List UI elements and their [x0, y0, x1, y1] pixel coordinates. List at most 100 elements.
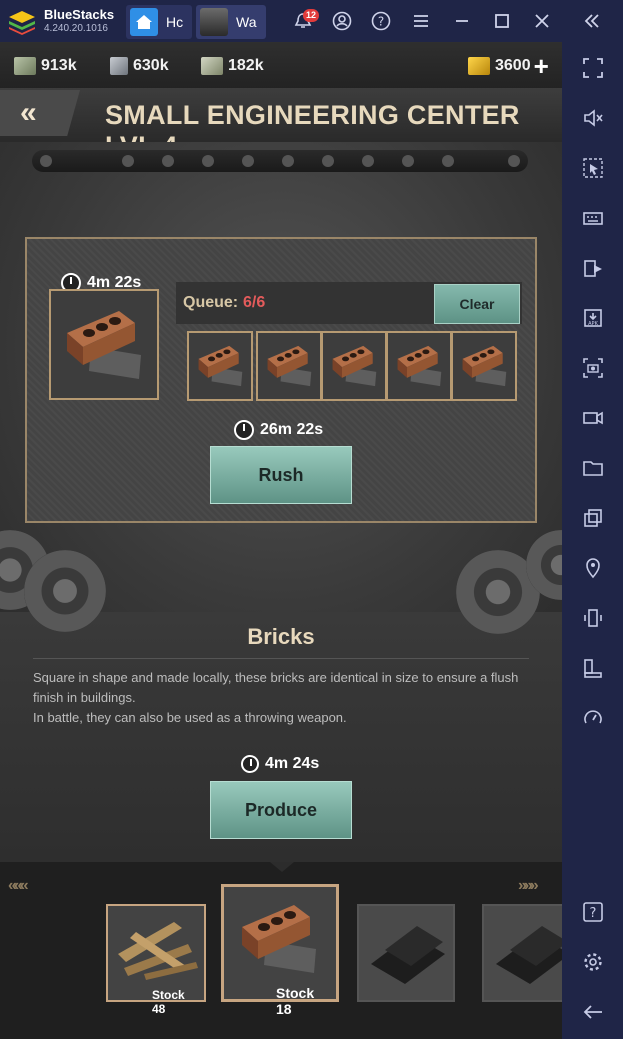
queue-slot[interactable]	[187, 331, 253, 401]
app-version: 4.240.20.1016	[44, 23, 108, 34]
tab-game-label: Wa	[236, 14, 257, 30]
item-description-line: In battle, they can also be used as a th…	[33, 710, 347, 725]
total-timer-value: 26m 22s	[260, 421, 324, 438]
screenshot-icon[interactable]	[580, 355, 606, 381]
maximize-icon[interactable]	[491, 10, 513, 32]
gauge-icon[interactable]	[580, 705, 606, 731]
item-description: Square in shape and made locally, these …	[33, 668, 533, 728]
tab-home-label: Hc	[166, 14, 184, 30]
clock-icon	[241, 755, 259, 773]
stock-label-text: Stock	[276, 985, 315, 1001]
cash-icon	[14, 57, 36, 75]
queue-count: 6/6	[243, 294, 266, 311]
scroll-right-icon[interactable]: »»»	[518, 877, 539, 895]
rivet	[282, 155, 294, 167]
total-timer: 26m 22s	[234, 420, 323, 440]
item-description-line: Square in shape and made locally, these …	[33, 670, 519, 705]
rivet	[322, 155, 334, 167]
close-icon[interactable]	[531, 10, 553, 32]
game-viewport: 913k 630k 182k 3600 + « SMALL ENGINEERIN…	[0, 42, 562, 1039]
location-icon[interactable]	[580, 555, 606, 581]
inventory-item-sheets-2[interactable]	[482, 904, 562, 1002]
resource-steel-value: 630k	[133, 57, 169, 74]
rivet	[122, 155, 134, 167]
rivet	[442, 155, 454, 167]
queue-slot[interactable]	[386, 331, 452, 401]
right-sidebar: APK ?	[562, 42, 623, 1039]
help-icon[interactable]: ?	[370, 10, 392, 32]
brick-icon	[242, 905, 316, 973]
rush-button[interactable]: Rush	[210, 446, 352, 504]
resource-bar: 913k 630k 182k 3600 +	[0, 42, 562, 88]
fullscreen-icon[interactable]	[580, 55, 606, 81]
multi-instance-icon[interactable]	[580, 505, 606, 531]
inventory-item-bricks[interactable]: Stock 18	[221, 884, 339, 1017]
shake-icon[interactable]	[580, 605, 606, 631]
selected-indicator-icon	[270, 862, 294, 872]
resource-cash-value: 913k	[41, 57, 77, 74]
queue-slot[interactable]	[321, 331, 387, 401]
home-icon	[130, 8, 158, 36]
brick-icon	[67, 311, 141, 379]
collapse-sidebar-icon[interactable]	[581, 10, 603, 32]
settings-icon[interactable]	[580, 949, 606, 975]
inventory-item-sheets[interactable]	[357, 904, 455, 1002]
rivet	[242, 155, 254, 167]
svg-text:APK: APK	[588, 321, 598, 327]
svg-text:?: ?	[590, 906, 597, 921]
brick-icon	[332, 345, 377, 387]
stock-label: Stock 18	[276, 985, 336, 1017]
clear-button[interactable]: Clear	[434, 284, 520, 324]
brick-icon	[462, 345, 507, 387]
account-icon[interactable]	[331, 10, 353, 32]
resource-money: 182k	[201, 57, 264, 75]
resource-steel: 630k	[110, 57, 169, 75]
stock-count: 48	[152, 1002, 166, 1016]
stock-label: Stock 48	[152, 988, 204, 1016]
rotate-icon[interactable]	[580, 655, 606, 681]
apk-install-icon[interactable]: APK	[580, 305, 606, 331]
item-title: Bricks	[247, 624, 315, 649]
stock-label-text: Stock	[152, 988, 185, 1002]
app-name: BlueStacks	[44, 7, 115, 22]
planks-icon	[118, 922, 198, 980]
brick-icon	[397, 345, 442, 387]
minimize-icon[interactable]	[451, 10, 473, 32]
queue-slot[interactable]	[451, 331, 517, 401]
rivet	[202, 155, 214, 167]
sheets-icon	[371, 926, 445, 984]
mute-icon[interactable]	[580, 105, 606, 131]
rivet	[508, 155, 520, 167]
keyboard-icon[interactable]	[580, 205, 606, 231]
money-icon	[201, 57, 223, 75]
screen-share-icon[interactable]	[580, 255, 606, 281]
gold-icon	[468, 57, 490, 75]
menu-icon[interactable]	[410, 10, 432, 32]
produce-button[interactable]: Produce	[210, 781, 352, 839]
bluestacks-logo-icon	[9, 11, 35, 35]
svg-text:?: ?	[378, 15, 384, 29]
produce-timer: 4m 24s	[241, 755, 319, 773]
stock-count: 18	[276, 1001, 292, 1017]
queue-slot[interactable]	[256, 331, 322, 401]
page-header: « SMALL ENGINEERING CENTER LVL 4	[0, 88, 562, 161]
back-button[interactable]: «	[0, 90, 80, 136]
rivet-bar	[32, 150, 528, 172]
back-icon[interactable]	[580, 999, 606, 1025]
resource-cash: 913k	[14, 57, 77, 75]
pointer-icon[interactable]	[580, 155, 606, 181]
help-icon[interactable]: ?	[580, 899, 606, 925]
add-gold-button[interactable]: +	[534, 53, 549, 79]
rivet	[402, 155, 414, 167]
resource-money-value: 182k	[228, 57, 264, 74]
tab-game[interactable]: Wa	[196, 5, 266, 39]
tab-home[interactable]: Hc	[126, 5, 192, 39]
current-production-slot[interactable]	[49, 289, 159, 400]
record-icon[interactable]	[580, 405, 606, 431]
scroll-left-icon[interactable]: «««	[8, 877, 29, 895]
brick-icon	[267, 345, 312, 387]
folder-icon[interactable]	[580, 455, 606, 481]
notification-badge: 12	[303, 9, 320, 22]
inventory-item-planks[interactable]: Stock 48	[106, 904, 206, 1016]
queue-label: Queue:	[183, 294, 239, 311]
